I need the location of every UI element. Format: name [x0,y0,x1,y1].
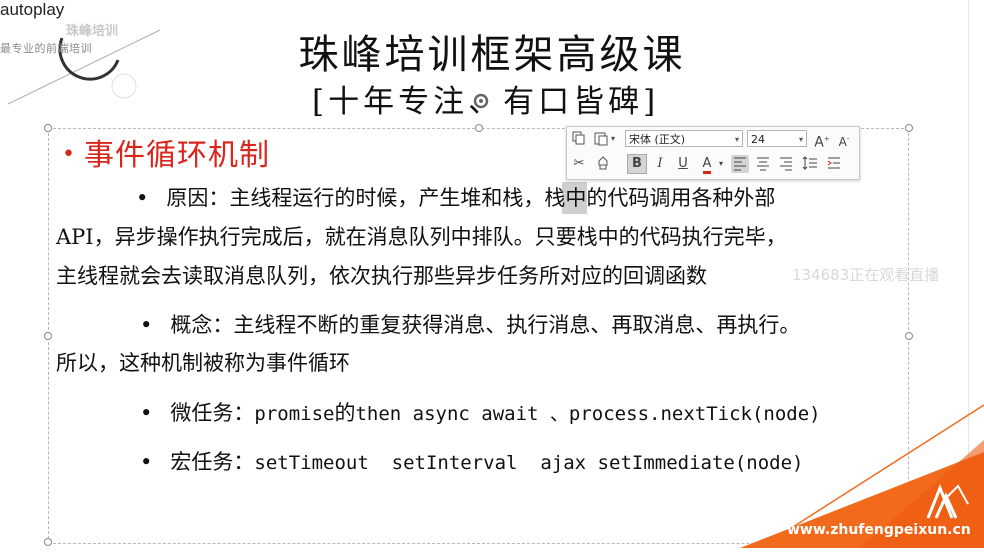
align-right-icon[interactable] [777,155,795,173]
resize-handle-middle-right[interactable] [905,332,913,340]
slide-title[interactable]: 珠峰培训框架高级课 [0,22,984,80]
font-size-select[interactable]: 24 ▾ [747,130,807,147]
concept-line-2[interactable]: 所以，这种机制被称为事件循环 [56,345,350,382]
reason-line-3[interactable]: 主线程就会去读取消息队列，依次执行那些异步任务所对应的回调函数 [56,258,707,295]
indent-icon[interactable] [825,155,843,173]
italic-button[interactable]: I [651,155,669,173]
font-name-value: 宋体 (正文) [629,133,686,146]
bullet: • [136,186,149,210]
rotate-handle-icon[interactable] [472,92,490,110]
footer-url[interactable]: www.zhufengpeixun.cn [787,522,971,538]
bold-button[interactable]: B [627,154,647,174]
reason-text-a: 原因：主线程运行的时候，产生堆和 [166,186,503,210]
resize-handle-top-right[interactable] [905,124,913,132]
reason-selected-char: 栈 [502,186,524,210]
resize-handle-top-left[interactable] [44,124,52,132]
bullet: • [140,450,153,474]
reason-line-2[interactable]: API，异步操作执行完成后，就在消息队列中排队。只要栈中的代码执行完毕， [56,219,787,256]
heading-bullet: • [62,142,76,167]
underline-button[interactable]: U [674,155,692,173]
line-spacing-icon[interactable] [801,155,819,173]
micro-task-code-a: promise [254,403,335,425]
micro-task-label: 微任务： [170,401,255,425]
format-painter-icon[interactable] [594,155,612,173]
mini-format-toolbar: ▾ 宋体 (正文) ▾ 24 ▾ A+ A- ✂ B I U A ▾ [566,126,860,180]
concept-line-1[interactable]: • 概念：主线程不断的重复获得消息、执行消息、再取消息、再执行。 [140,307,800,344]
reason-text-c: ，栈中的代码调用各种外部 [523,186,776,210]
increase-font-icon[interactable]: A+ [813,130,831,151]
font-color-letter: A [702,156,712,174]
macro-task-label: 宏任务： [170,450,255,474]
decrease-font-icon[interactable]: A- [835,130,853,149]
cut-icon[interactable]: ✂ [570,155,588,173]
font-size-value: 24 [751,133,765,146]
align-left-icon[interactable] [731,155,749,173]
micro-task-de: 的 [334,401,356,425]
copy-icon[interactable] [570,130,588,148]
align-center-icon[interactable] [754,155,772,173]
resize-handle-top-center[interactable] [475,124,483,132]
font-color-button[interactable]: A [698,155,716,174]
viewer-watermark: 134683正在观看直播 [792,266,940,284]
reason-line-1[interactable]: • 原因：主线程运行的时候，产生堆和栈，栈中的代码调用各种外部 [136,180,775,217]
resize-handle-middle-left[interactable] [44,332,52,340]
section-heading[interactable]: • 事件循环机制 [62,130,270,174]
font-name-select[interactable]: 宋体 (正文) ▾ [625,130,743,147]
paste-dropdown-icon[interactable]: ▾ [608,130,618,148]
chevron-down-icon: ▾ [734,135,739,144]
heading-text: 事件循环机制 [83,138,270,173]
resize-handle-bottom-left[interactable] [44,538,52,546]
chevron-down-icon: ▾ [798,135,803,144]
font-color-dropdown-icon[interactable]: ▾ [716,155,726,173]
autoplay-label: autoplay [0,0,65,19]
concept-text: 概念：主线程不断的重复获得消息、执行消息、再取消息、再执行。 [170,313,801,337]
bullet: • [140,401,153,425]
bullet: • [140,313,153,337]
